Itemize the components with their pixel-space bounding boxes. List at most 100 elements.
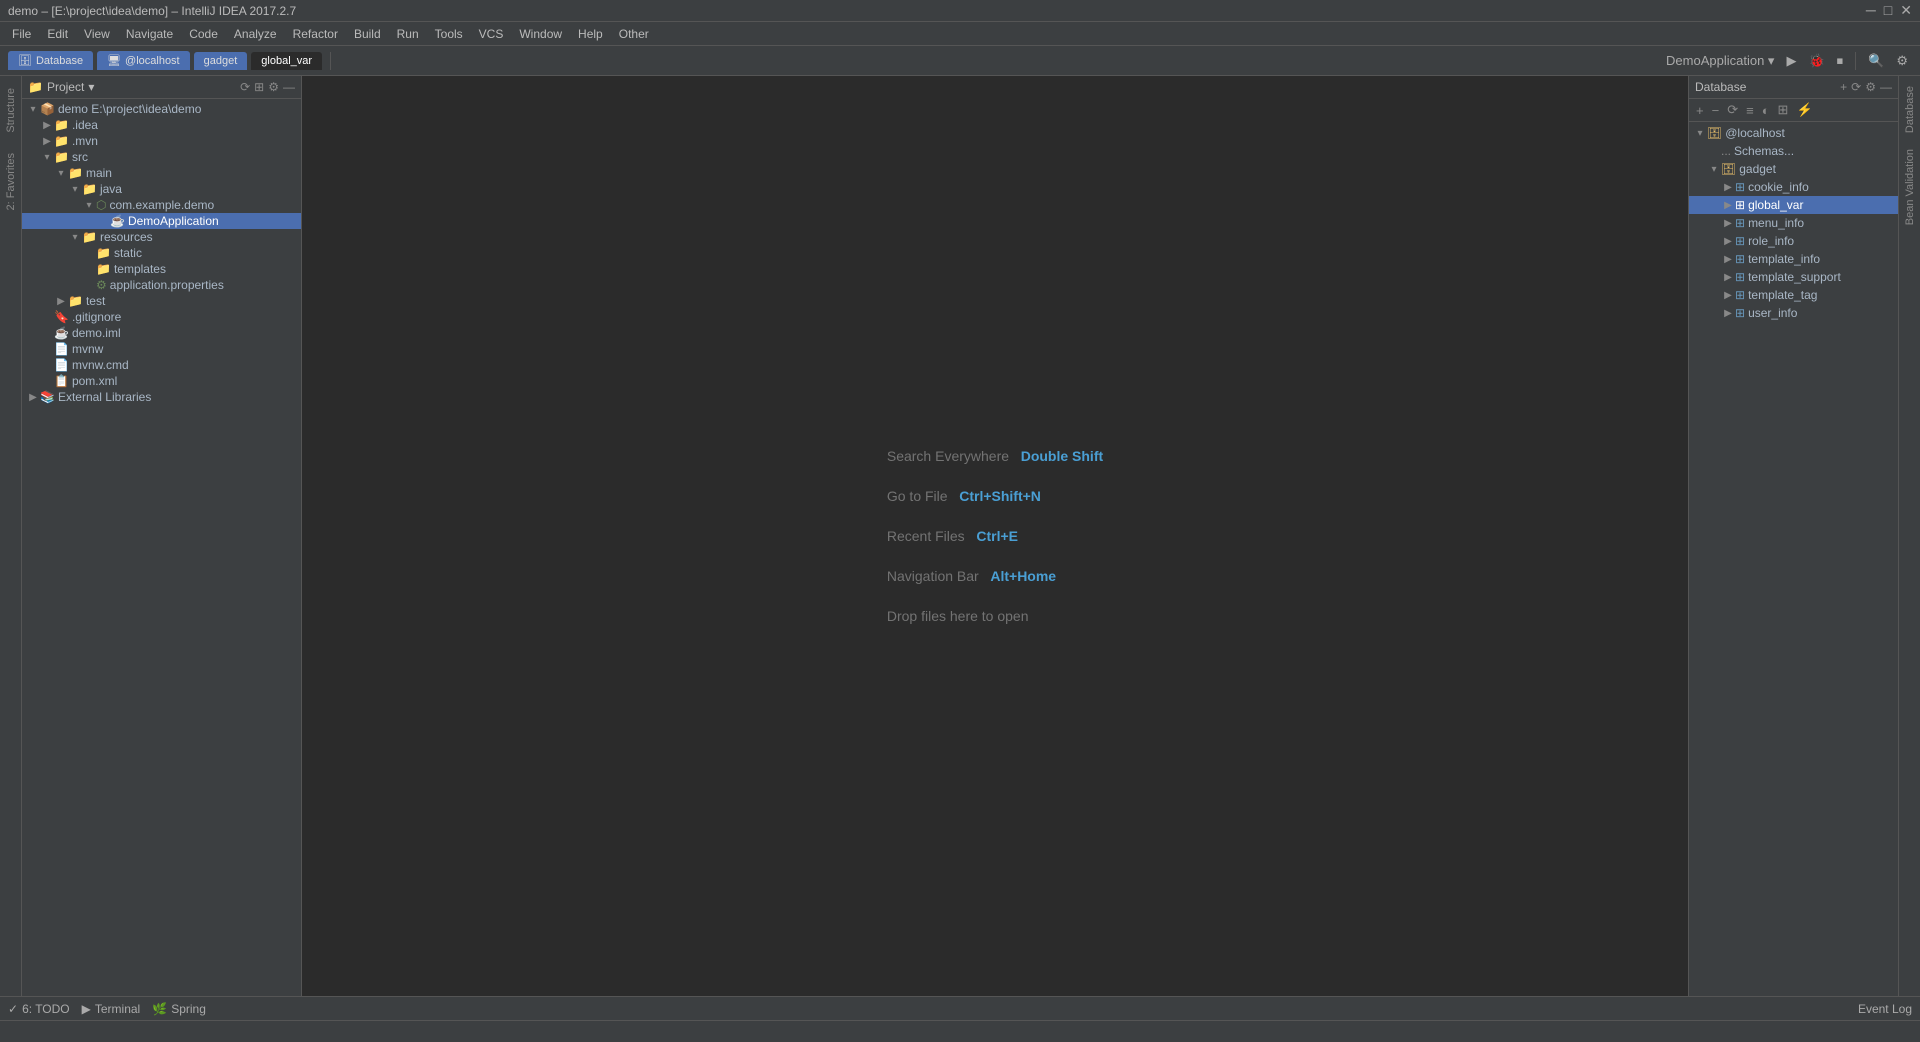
- db-sync-icon[interactable]: ⟳: [1851, 80, 1861, 94]
- db-item-template-support[interactable]: ▶ ⊞ template_support: [1689, 268, 1898, 286]
- project-actions: ⟳ ⊞ ⚙ —: [240, 80, 295, 94]
- db-item-template-tag[interactable]: ▶ ⊞ template_tag: [1689, 286, 1898, 304]
- database-panel-header: Database + ⟳ ⚙ —: [1689, 76, 1898, 99]
- tree-item-mvnw[interactable]: 📄 mvnw: [22, 341, 301, 357]
- spring-panel[interactable]: 🌿 Spring: [152, 1002, 206, 1016]
- project-settings-icon[interactable]: ⚙: [268, 80, 279, 94]
- run-button[interactable]: ▶: [1782, 51, 1800, 71]
- menu-item-tools[interactable]: Tools: [427, 25, 471, 43]
- db-toolbar-refresh[interactable]: ⟳: [1724, 101, 1741, 119]
- project-close-icon[interactable]: —: [283, 80, 295, 94]
- window-title: demo – [E:\project\idea\demo] – IntelliJ…: [8, 4, 296, 18]
- menu-item-navigate[interactable]: Navigate: [118, 25, 181, 43]
- db-toolbar-minus[interactable]: −: [1709, 102, 1723, 119]
- status-bar: [0, 1020, 1920, 1042]
- db-settings-icon[interactable]: ⚙: [1865, 80, 1876, 94]
- db-item-role-info[interactable]: ▶ ⊞ role_info: [1689, 232, 1898, 250]
- stop-button[interactable]: ⏹: [1833, 51, 1848, 71]
- structure-panel-label[interactable]: Structure: [3, 82, 19, 139]
- favorites-panel-label[interactable]: 2: Favorites: [3, 147, 19, 216]
- menu-item-analyze[interactable]: Analyze: [226, 25, 285, 43]
- menu-item-help[interactable]: Help: [570, 25, 611, 43]
- tree-label: static: [114, 246, 142, 260]
- menu-item-edit[interactable]: Edit: [39, 25, 76, 43]
- database-sidebar-label[interactable]: Database: [1902, 80, 1918, 139]
- menu-item-build[interactable]: Build: [346, 25, 389, 43]
- db-toolbar-add[interactable]: +: [1693, 102, 1707, 119]
- todo-icon: ✓: [8, 1002, 18, 1016]
- bean-validation-label[interactable]: Bean Validation: [1902, 143, 1918, 231]
- tree-item-demo-application[interactable]: ☕ DemoApplication: [22, 213, 301, 229]
- tree-item-pom-xml[interactable]: 📋 pom.xml: [22, 373, 301, 389]
- minimize-button[interactable]: ─: [1866, 2, 1876, 19]
- toolbar-tab-database[interactable]: 🗄 Database: [8, 51, 93, 70]
- settings-button[interactable]: ⚙: [1892, 51, 1912, 71]
- db-item-cookie-info[interactable]: ▶ ⊞ cookie_info: [1689, 178, 1898, 196]
- project-panel-title: 📁 Project ▾: [28, 80, 94, 94]
- db-label: Schemas...: [1734, 144, 1794, 158]
- todo-panel[interactable]: ✓ 6: TODO: [8, 1002, 70, 1016]
- menu-item-window[interactable]: Window: [511, 25, 570, 43]
- tree-label: templates: [114, 262, 166, 276]
- terminal-icon: ▶: [82, 1002, 91, 1016]
- toolbar-tab-global-var[interactable]: global_var: [251, 52, 322, 70]
- toolbar-tab-localhost[interactable]: 🖥 @localhost: [97, 51, 190, 70]
- tree-item-static[interactable]: 📁 static: [22, 245, 301, 261]
- tree-item-idea[interactable]: ▶ 📁 .idea: [22, 117, 301, 133]
- toolbar-tab-gadget[interactable]: gadget: [194, 52, 248, 70]
- project-sync-icon[interactable]: ⟳: [240, 80, 250, 94]
- tree-item-mvn[interactable]: ▶ 📁 .mvn: [22, 133, 301, 149]
- db-toolbar-filter[interactable]: ⚡: [1793, 101, 1815, 119]
- tree-item-src[interactable]: ▾ 📁 src: [22, 149, 301, 165]
- db-item-user-info[interactable]: ▶ ⊞ user_info: [1689, 304, 1898, 322]
- global-var-tab-label: global_var: [261, 55, 312, 67]
- menu-item-code[interactable]: Code: [181, 25, 226, 43]
- tree-item-package[interactable]: ▾ ⬡ com.example.demo: [22, 197, 301, 213]
- search-everywhere-icon[interactable]: 🔍: [1864, 51, 1888, 71]
- menu-item-vcs[interactable]: VCS: [471, 25, 512, 43]
- database-tab-icon: 🗄: [18, 54, 32, 67]
- tree-item-external-libraries[interactable]: ▶ 📚 External Libraries: [22, 389, 301, 405]
- tree-item-application-properties[interactable]: ⚙ application.properties: [22, 277, 301, 293]
- db-item-localhost[interactable]: ▾ 🗄 @localhost: [1689, 124, 1898, 142]
- maximize-button[interactable]: □: [1884, 2, 1892, 19]
- db-minimize-icon[interactable]: —: [1880, 80, 1892, 94]
- spring-label: Spring: [171, 1002, 206, 1016]
- db-item-gadget[interactable]: ▾ 🗄 gadget: [1689, 160, 1898, 178]
- tree-label: resources: [100, 230, 153, 244]
- db-label: user_info: [1748, 306, 1797, 320]
- tree-item-java[interactable]: ▾ 📁 java: [22, 181, 301, 197]
- tree-item-gitignore[interactable]: 🔖 .gitignore: [22, 309, 301, 325]
- tree-item-main[interactable]: ▾ 📁 main: [22, 165, 301, 181]
- db-item-template-info[interactable]: ▶ ⊞ template_info: [1689, 250, 1898, 268]
- project-expand-icon[interactable]: ⊞: [254, 80, 264, 94]
- tree-item-demo-iml[interactable]: ☕ demo.iml: [22, 325, 301, 341]
- db-item-menu-info[interactable]: ▶ ⊞ menu_info: [1689, 214, 1898, 232]
- event-log[interactable]: Event Log: [1858, 1002, 1912, 1016]
- close-button[interactable]: ✕: [1900, 2, 1912, 19]
- tree-item-demo[interactable]: ▾ 📦 demo E:\project\idea\demo: [22, 101, 301, 117]
- menu-item-run[interactable]: Run: [389, 25, 427, 43]
- db-toolbar-table[interactable]: ⊞: [1775, 101, 1792, 119]
- tree-label: main: [86, 166, 112, 180]
- db-toolbar-schema[interactable]: ≡: [1743, 102, 1757, 119]
- tree-item-resources[interactable]: ▾ 📁 resources: [22, 229, 301, 245]
- run-app-selector[interactable]: DemoApplication ▾: [1662, 51, 1778, 71]
- menu-item-refactor[interactable]: Refactor: [285, 25, 346, 43]
- menu-item-file[interactable]: File: [4, 25, 39, 43]
- debug-button[interactable]: 🐞: [1804, 51, 1828, 71]
- terminal-panel[interactable]: ▶ Terminal: [82, 1002, 141, 1016]
- db-item-schemas[interactable]: ... Schemas...: [1689, 142, 1898, 160]
- project-label: Project: [47, 80, 84, 94]
- db-toolbar-sql[interactable]: ◐: [1759, 102, 1773, 119]
- menu-item-view[interactable]: View: [76, 25, 118, 43]
- tree-item-test[interactable]: ▶ 📁 test: [22, 293, 301, 309]
- menu-item-other[interactable]: Other: [611, 25, 657, 43]
- tree-item-mvnw-cmd[interactable]: 📄 mvnw.cmd: [22, 357, 301, 373]
- db-item-global-var[interactable]: ▶ ⊞ global_var: [1689, 196, 1898, 214]
- db-add-icon[interactable]: +: [1840, 80, 1847, 94]
- project-dropdown-icon[interactable]: ▾: [88, 80, 94, 94]
- project-icon: 📁: [28, 80, 43, 94]
- tree-item-templates[interactable]: 📁 templates: [22, 261, 301, 277]
- event-log-label: Event Log: [1858, 1002, 1912, 1016]
